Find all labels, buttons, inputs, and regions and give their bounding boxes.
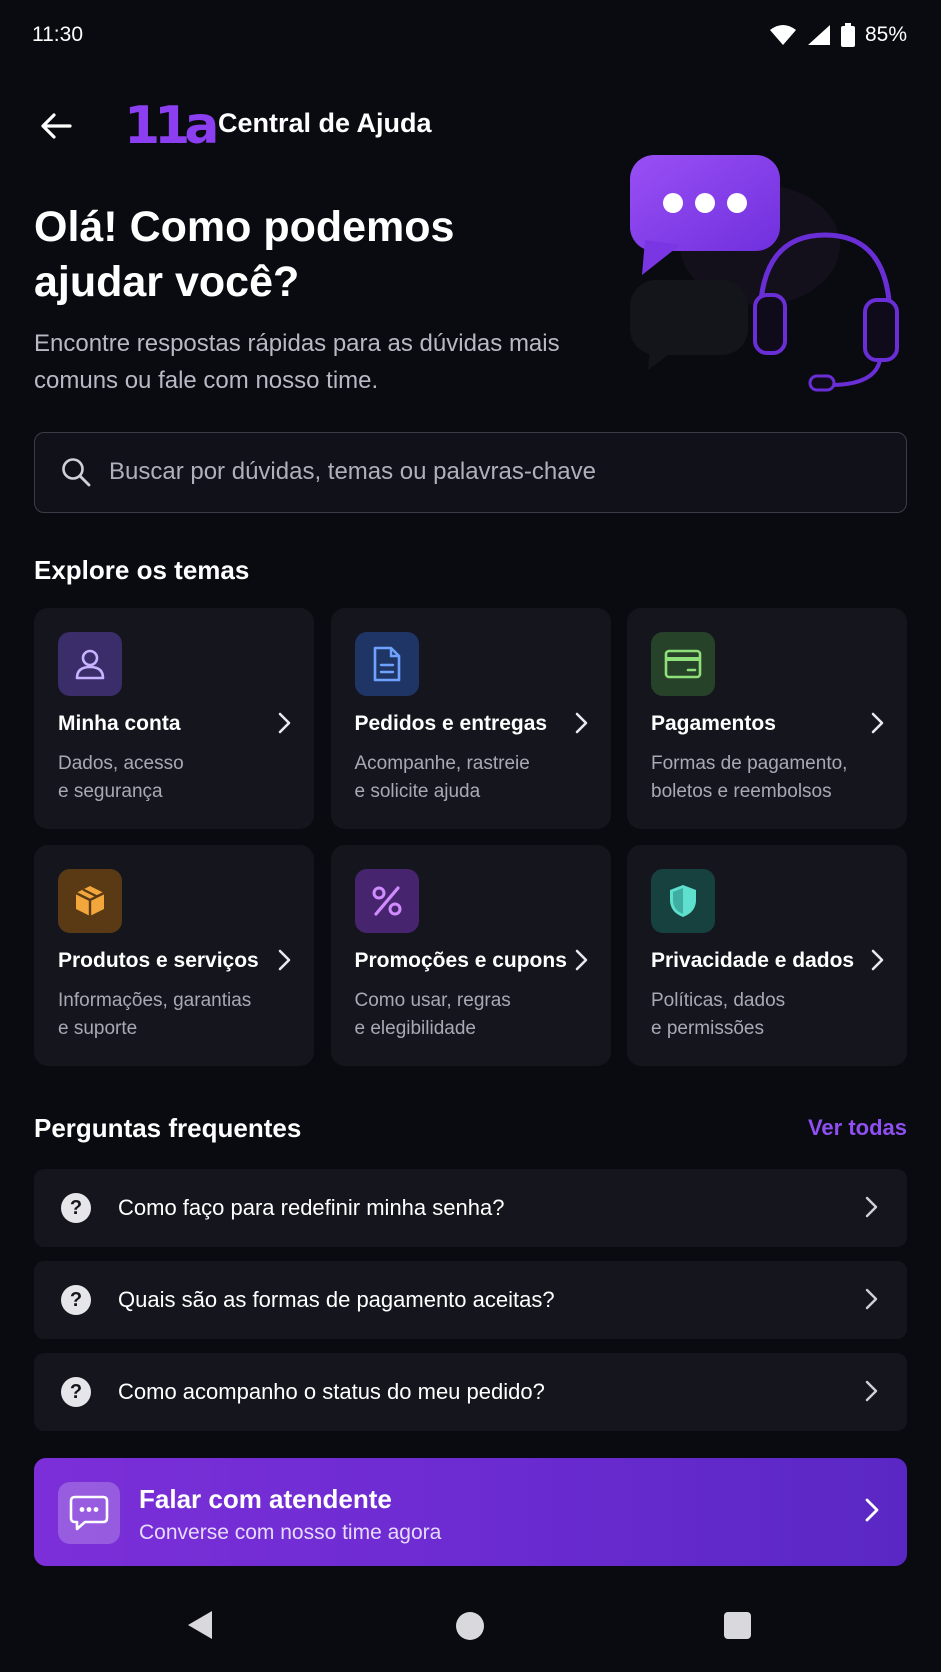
search-input[interactable]: [109, 433, 889, 511]
theme-card-privacidade[interactable]: Privacidade e dados Políticas, dados e p…: [627, 845, 907, 1066]
theme-card-title: Promoções e cupons: [354, 949, 567, 972]
nav-back-icon[interactable]: [186, 1610, 214, 1640]
theme-card-promocoes[interactable]: Promoções e cupons Como usar, regras e e…: [330, 845, 611, 1066]
wifi-icon: [769, 25, 796, 45]
theme-card-description: Acompanhe, rastreie e solicite ajuda: [355, 750, 595, 806]
faq-question: Como acompanho o status do meu pedido?: [118, 1379, 545, 1404]
theme-card-desc-line: Informações, garantias: [58, 990, 252, 1011]
see-all-link[interactable]: Ver todas: [808, 1115, 907, 1141]
credit-card-icon: [651, 632, 715, 696]
box-icon: [58, 869, 122, 933]
chevron-right-icon: [865, 1498, 879, 1522]
theme-card-desc-line: e permissões: [651, 1018, 764, 1039]
brand-logo: 11a: [124, 96, 219, 156]
status-time: 11:30: [32, 23, 83, 46]
chevron-right-icon: [278, 949, 291, 971]
faq-item[interactable]: ? Como faço para redefinir minha senha?: [34, 1169, 907, 1247]
theme-card-desc-line: Acompanhe, rastreie: [354, 753, 530, 774]
search-box[interactable]: [34, 432, 907, 513]
theme-card-description: Informações, garantias e suporte: [58, 987, 298, 1043]
theme-card-title: Minha conta: [58, 712, 181, 735]
theme-card-desc-line: e suporte: [58, 1018, 138, 1039]
faq-item[interactable]: ? Como acompanho o status do meu pedido?: [34, 1353, 907, 1431]
page-title: Central de Ajuda: [218, 108, 432, 138]
theme-card-desc-line: e elegibilidade: [354, 1018, 477, 1039]
theme-card-title: Pagamentos: [651, 712, 776, 735]
document-icon: [354, 632, 419, 696]
cell-signal-icon: [807, 25, 830, 45]
nav-recents-icon[interactable]: [724, 1612, 751, 1639]
cta-subtitle: Converse com nosso time agora: [139, 1521, 442, 1544]
chevron-right-icon: [871, 949, 884, 971]
faq-list: ? Como faço para redefinir minha senha? …: [34, 1169, 907, 1445]
chevron-right-icon: [575, 949, 587, 971]
back-button[interactable]: [34, 104, 78, 148]
theme-card-title: Privacidade e dados: [651, 949, 855, 972]
theme-card-description: Dados, acesso e segurança: [58, 750, 298, 806]
theme-card-desc-line: e solicite ajuda: [354, 781, 481, 802]
battery-percent: 85%: [864, 23, 907, 46]
chevron-right-icon: [871, 712, 884, 734]
user-icon: [58, 632, 122, 696]
cta-title: Falar com atendente: [139, 1484, 392, 1514]
arrow-left-icon: [41, 113, 72, 139]
support-chat-illustration: [630, 155, 899, 392]
chevron-right-icon: [278, 712, 291, 734]
chevron-right-icon: [865, 1288, 878, 1310]
chat-bubble-icon: [58, 1482, 120, 1544]
system-nav-bar: [0, 1590, 941, 1672]
battery-icon: [840, 23, 855, 47]
talk-to-agent-button[interactable]: Falar com atendente Converse com nosso t…: [34, 1458, 907, 1566]
theme-card-desc-line: Como usar, regras: [354, 990, 511, 1011]
hero-title: Olá! Como podemos ajudar você?: [34, 203, 455, 306]
nav-home-icon[interactable]: [456, 1612, 484, 1640]
faq-item[interactable]: ? Quais são as formas de pagamento aceit…: [34, 1261, 907, 1339]
faq-question: Como faço para redefinir minha senha?: [118, 1195, 505, 1220]
search-icon: [62, 458, 91, 487]
theme-card-pedidos[interactable]: Pedidos e entregas Acompanhe, rastreie e…: [330, 608, 611, 829]
theme-card-desc-line: Formas de pagamento,: [651, 753, 848, 774]
chevron-right-icon: [865, 1196, 878, 1218]
percent-icon: [354, 869, 419, 933]
theme-card-desc-line: boletos e reembolsos: [651, 781, 832, 802]
themes-grid: Minha conta Dados, acesso e segurança Pe…: [34, 608, 907, 1066]
theme-card-title: Produtos e serviços: [58, 949, 259, 972]
theme-card-description: Formas de pagamento, boletos e reembolso…: [651, 750, 891, 806]
theme-card-description: Como usar, regras e elegibilidade: [355, 987, 595, 1043]
question-circle-icon: ?: [61, 1377, 91, 1407]
themes-section-title: Explore os temas: [34, 555, 250, 585]
theme-card-description: Políticas, dados e permissões: [651, 987, 891, 1043]
faq-question: Quais são as formas de pagamento aceitas…: [118, 1287, 555, 1312]
theme-card-desc-line: e segurança: [58, 781, 163, 802]
theme-card-desc-line: Políticas, dados: [651, 990, 786, 1011]
theme-card-title: Pedidos e entregas: [354, 712, 548, 735]
question-circle-icon: ?: [61, 1193, 91, 1223]
theme-card-desc-line: Dados, acesso: [58, 753, 184, 774]
theme-card-pagamentos[interactable]: Pagamentos Formas de pagamento, boletos …: [627, 608, 907, 829]
hero-subtitle: Encontre respostas rápidas para as dúvid…: [34, 330, 560, 394]
question-circle-icon: ?: [61, 1285, 91, 1315]
theme-card-minha-conta[interactable]: Minha conta Dados, acesso e segurança: [34, 608, 314, 829]
status-bar: 11:30 85%: [0, 0, 941, 70]
chevron-right-icon: [865, 1380, 878, 1402]
faq-section-title: Perguntas frequentes: [34, 1113, 302, 1143]
shield-icon: [651, 869, 715, 933]
status-icons: 85%: [769, 23, 907, 47]
chevron-right-icon: [575, 712, 587, 734]
theme-card-produtos[interactable]: Produtos e serviços Informações, garanti…: [34, 845, 314, 1066]
